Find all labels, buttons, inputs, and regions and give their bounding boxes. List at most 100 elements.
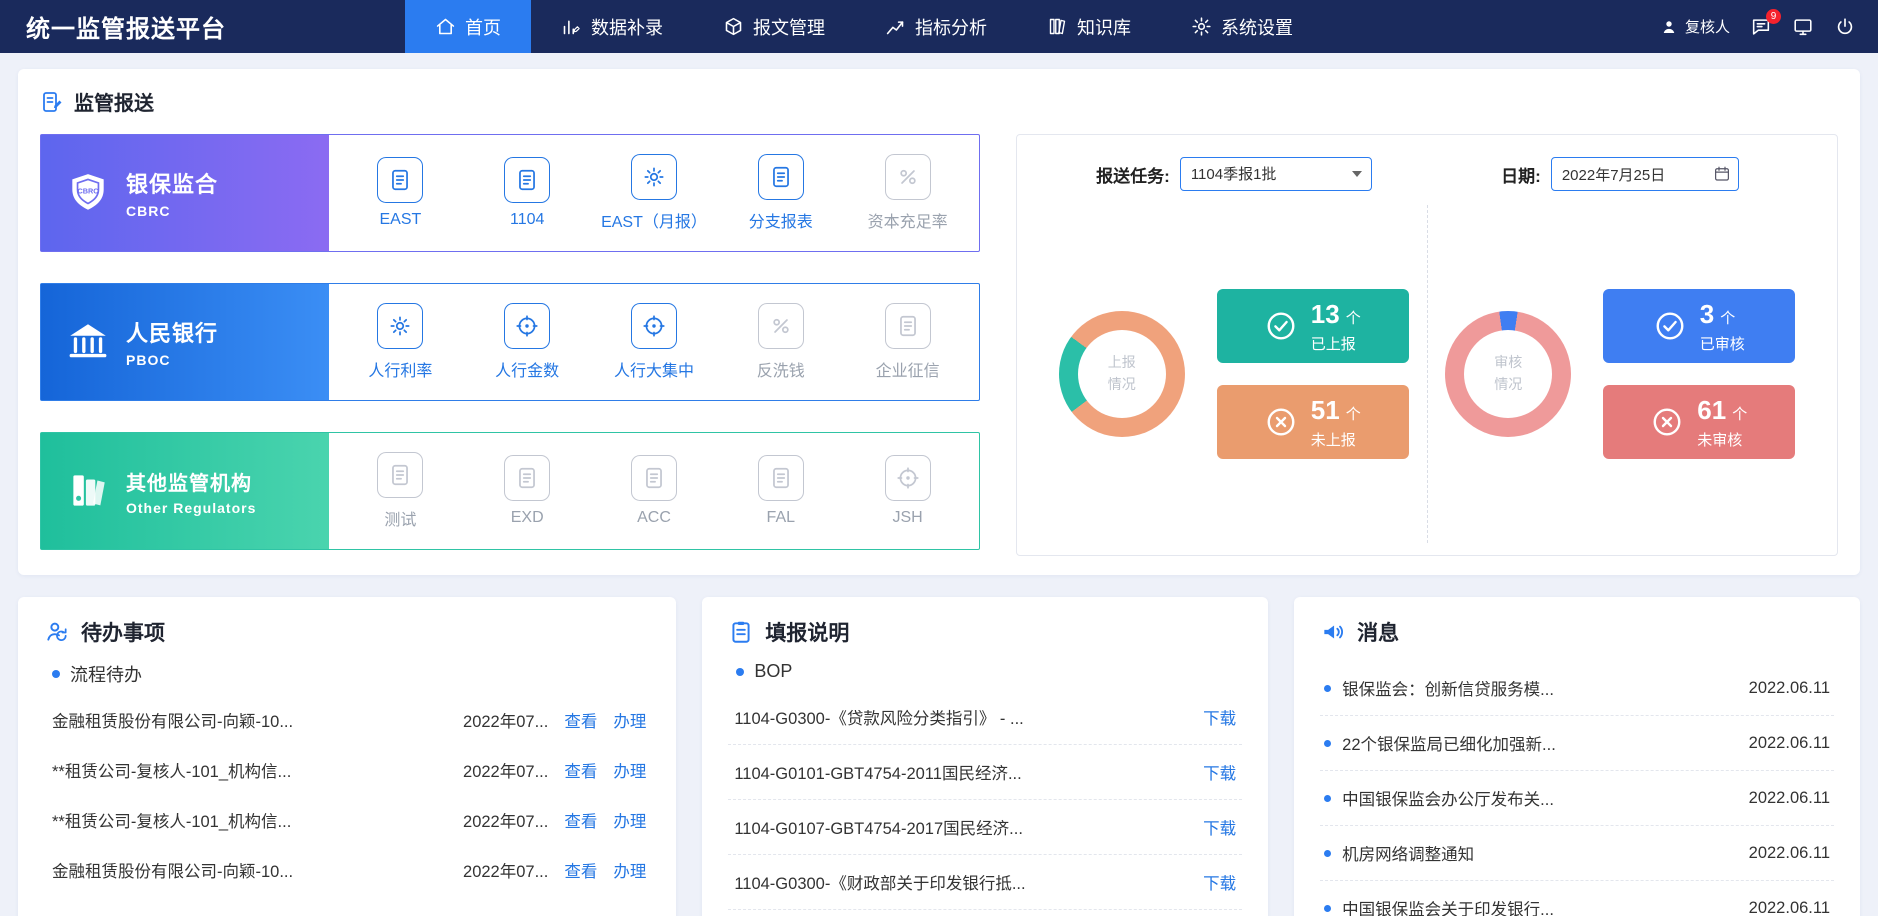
percent-icon: [757, 303, 804, 349]
top-navbar: 统一监管报送平台 首页 数据补录 报文管理 指标分析 知识库 系统设置 复核人 …: [0, 0, 1878, 53]
unsubmitted-stat-box: 51 个 未上报: [1216, 385, 1409, 459]
x-circle-icon: [1651, 406, 1683, 438]
nav-item-report-management[interactable]: 报文管理: [693, 0, 855, 53]
nav-item-data-supplement[interactable]: 数据补录: [531, 0, 693, 53]
messages-card: 消息 银保监会：创新信贷服务模... 2022.06.11 22个银保监局已细化…: [1294, 597, 1861, 916]
todo-row: 金融租赁股份有限公司-向颖-10... 2022年07... 查看 办理: [44, 695, 650, 745]
cbrc-banner: CBRC 银保监合 CBRC: [41, 135, 329, 251]
gear-icon: [377, 303, 424, 349]
user-icon: [1663, 20, 1675, 33]
bullet-dot: [1324, 739, 1332, 747]
message-row[interactable]: 机房网络调整通知 2022.06.11: [1320, 826, 1835, 881]
other-regulators-banner: 其他监管机构 Other Regulators: [41, 433, 329, 549]
gear-doc-icon: [630, 154, 677, 200]
report-entry-exd: EXD: [471, 455, 583, 527]
svg-text:CBRC: CBRC: [77, 187, 99, 196]
upload-donut-label: 上报 情况: [1077, 330, 1166, 418]
date-label: 日期:: [1501, 166, 1541, 186]
doc-icon: [504, 157, 551, 203]
x-circle-icon: [1265, 406, 1297, 438]
home-icon: [436, 18, 455, 35]
message-row[interactable]: 中国银保监会关于印发银行... 2022.06.11: [1320, 881, 1834, 916]
trend-chart-icon: [886, 21, 904, 35]
report-entry-1104[interactable]: 1104: [471, 157, 583, 229]
package-icon: [725, 17, 742, 36]
main-content: 监管报送 CBRC 银保监合 CBRC EAST 1104 EAST（月报） 分…: [0, 53, 1878, 916]
message-row[interactable]: 22个银保监局已细化加强新... 2022.06.11: [1320, 716, 1835, 771]
view-link[interactable]: 查看: [564, 858, 597, 882]
bullet-dot: [1324, 684, 1332, 692]
report-entry-east[interactable]: EAST: [344, 157, 456, 229]
regulatory-reporting-panel: 监管报送 CBRC 银保监合 CBRC EAST 1104 EAST（月报） 分…: [18, 69, 1860, 575]
doc-icon: [884, 303, 931, 349]
shield-logo-icon: CBRC: [72, 174, 104, 210]
target-icon: [504, 303, 551, 349]
instruction-row: 1104-G0101-GBT4754-2011国民经济... 下载: [728, 745, 1243, 800]
report-entry-east-monthly[interactable]: EAST（月报）: [598, 154, 710, 232]
report-entry-acc: ACC: [598, 455, 710, 527]
task-select[interactable]: 1104季报1批: [1179, 157, 1372, 191]
gear-icon: [1192, 17, 1211, 36]
instructions-card: 填报说明 BOP 1104-G0300-《贷款风险分类指引》 - ... 下载 …: [702, 597, 1269, 916]
percent-icon: [884, 154, 931, 200]
regulator-row-other: 其他监管机构 Other Regulators 测试 EXD ACC FAL J…: [40, 432, 980, 550]
report-entry-pboc-centralized[interactable]: 人行大集中: [598, 303, 710, 381]
doc-icon: [757, 455, 804, 501]
report-entry-pboc-goldnum[interactable]: 人行金数: [471, 303, 583, 381]
view-link[interactable]: 查看: [564, 758, 597, 782]
nav-item-indicator-analysis[interactable]: 指标分析: [855, 0, 1017, 53]
bullet-dot: [736, 667, 745, 676]
message-row[interactable]: 银保监会：创新信贷服务模... 2022.06.11: [1320, 661, 1835, 716]
doc-icon: [630, 455, 677, 501]
messages-button[interactable]: 9: [1750, 8, 1781, 38]
nav-item-knowledge-base[interactable]: 知识库: [1017, 0, 1161, 53]
pboc-banner: 人民银行 PBOC: [41, 284, 329, 400]
panel-title: 监管报送: [74, 93, 154, 115]
report-entry-fal: FAL: [725, 455, 837, 527]
handle-link[interactable]: 办理: [613, 858, 646, 882]
bullet-dot: [1324, 794, 1332, 802]
doc-icon: [377, 157, 424, 203]
report-entry-anti-money-laundering: 反洗钱: [725, 303, 837, 381]
nav-item-home[interactable]: 首页: [405, 0, 531, 53]
view-link[interactable]: 查看: [564, 708, 597, 732]
calendar-icon: [1714, 166, 1729, 181]
regulator-row-pboc: 人民银行 PBOC 人行利率 人行金数 人行大集中 反洗钱 企业征信: [40, 283, 980, 401]
date-input[interactable]: [1550, 157, 1739, 191]
report-entry-test: 测试: [344, 452, 456, 530]
handle-link[interactable]: 办理: [613, 708, 646, 732]
bars-pencil-icon: [563, 20, 580, 35]
download-link[interactable]: 下载: [1203, 815, 1236, 839]
logout-button[interactable]: [1834, 16, 1856, 38]
doc-pencil-icon: [43, 91, 62, 112]
todo-row: **租赁公司-复核人-101_机构信... 2022年07... 查看 办理: [44, 795, 650, 845]
regulator-row-cbrc: CBRC 银保监合 CBRC EAST 1104 EAST（月报） 分支报表 资…: [40, 134, 980, 252]
report-entry-branch-report[interactable]: 分支报表: [725, 154, 837, 232]
report-entry-pboc-rate[interactable]: 人行利率: [344, 303, 456, 381]
clipboard-icon: [732, 621, 750, 643]
user-menu[interactable]: 复核人: [1660, 16, 1730, 37]
bottom-cards: 待办事项 流程待办 金融租赁股份有限公司-向颖-10... 2022年07...…: [18, 597, 1861, 916]
handle-link[interactable]: 办理: [613, 808, 646, 832]
workbench-button[interactable]: [1792, 16, 1814, 38]
task-select-wrap: 1104季报1批: [1179, 157, 1372, 191]
instructions-section: BOP: [736, 661, 1242, 682]
audited-stat-box: 3个 已审核: [1603, 289, 1796, 363]
download-link[interactable]: 下载: [1203, 705, 1236, 729]
view-link[interactable]: 查看: [564, 808, 597, 832]
archive-logo-icon: [73, 475, 105, 506]
target-icon: [630, 303, 677, 349]
todo-section: 流程待办: [52, 661, 650, 687]
submitted-stat-box: 13 个 已上报: [1216, 289, 1409, 363]
handle-link[interactable]: 办理: [613, 758, 646, 782]
download-link[interactable]: 下载: [1203, 870, 1236, 894]
instruction-row: 1104-G0107-GBT4754-2017国民经济... 下载: [728, 800, 1243, 855]
navbar-actions: 复核人 9: [1660, 0, 1878, 53]
instructions-title: 填报说明: [765, 622, 850, 645]
books-icon: [1049, 18, 1066, 35]
nav-item-system-settings[interactable]: 系统设置: [1161, 0, 1323, 53]
message-row[interactable]: 中国银保监会办公厅发布关... 2022.06.11: [1320, 771, 1835, 826]
bank-logo-icon: [69, 324, 107, 358]
download-link[interactable]: 下载: [1203, 760, 1236, 784]
power-icon: [1837, 17, 1853, 34]
